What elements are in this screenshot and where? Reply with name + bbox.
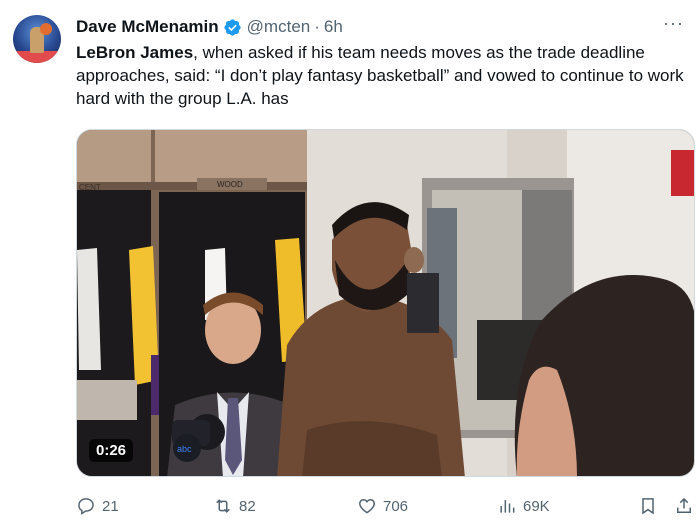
avatar-ball <box>40 23 52 35</box>
reply-count: 21 <box>102 497 119 515</box>
bookmark-button[interactable] <box>638 492 658 520</box>
locker-plate-left: CENT <box>79 183 101 192</box>
reply-button[interactable]: 21 <box>76 492 119 520</box>
tweet-text: LeBron James, when asked if his team nee… <box>76 41 692 110</box>
header-separator: · <box>314 17 320 36</box>
share-icon <box>677 497 691 513</box>
author-avatar[interactable] <box>13 15 61 63</box>
video-player[interactable]: CENT WOOD abc 0:26 <box>76 129 695 477</box>
tweet-timestamp[interactable]: 6h <box>324 17 343 37</box>
video-duration-badge: 0:26 <box>89 439 134 462</box>
tweet-bold-lead[interactable]: LeBron James <box>76 43 193 62</box>
reply-icon <box>78 498 94 515</box>
like-button[interactable]: 706 <box>357 492 408 520</box>
like-count: 706 <box>383 497 409 515</box>
repost-icon <box>216 499 230 513</box>
video-frame: CENT WOOD abc <box>77 130 694 476</box>
more-options-icon[interactable]: ··· <box>663 13 684 34</box>
author-handle[interactable]: @mcten <box>247 17 311 37</box>
repost-count: 82 <box>239 497 256 515</box>
locker-plate-right: WOOD <box>217 180 243 189</box>
action-bar: 21 82 706 69K <box>76 492 696 520</box>
bookmark-icon <box>642 498 654 515</box>
view-count: 69K <box>523 497 550 515</box>
repost-button[interactable]: 82 <box>213 492 256 520</box>
heart-icon <box>359 498 375 514</box>
views-button[interactable]: 69K <box>497 492 550 520</box>
analytics-icon <box>500 500 515 513</box>
share-button[interactable] <box>674 492 694 520</box>
mic-flag-logo: abc <box>177 444 192 454</box>
verified-badge-icon <box>223 18 242 37</box>
tweet-header: Dave McMenamin @mcten · 6h ··· <box>76 13 684 38</box>
author-name[interactable]: Dave McMenamin <box>76 17 219 37</box>
